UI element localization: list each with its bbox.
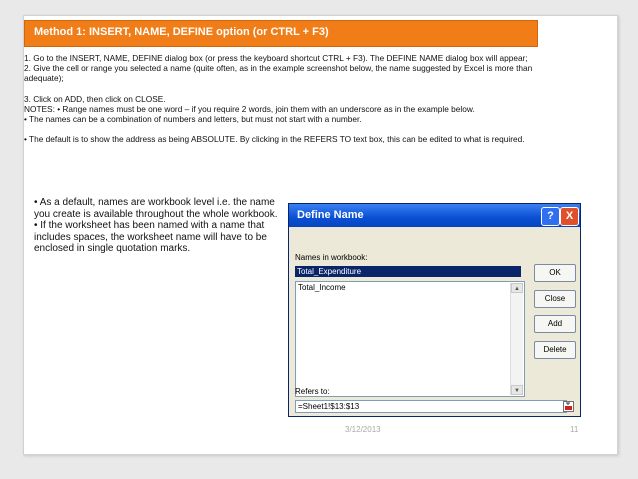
add-button[interactable]: Add <box>534 315 576 333</box>
names-in-workbook-label: Names in workbook: <box>295 253 368 262</box>
close-window-button[interactable]: X <box>560 207 579 226</box>
step-2: 2. Give the cell or range you selected a… <box>24 63 533 84</box>
step-3: 3. Click on ADD, then click on CLOSE. <box>24 93 166 104</box>
delete-button[interactable]: Delete <box>534 341 576 359</box>
ok-button[interactable]: OK <box>534 264 576 282</box>
slide-number: 11 <box>570 425 579 434</box>
bullet-notes: • As a default, names are workbook level… <box>34 197 284 255</box>
title-banner: Method 1: INSERT, NAME, DEFINE option (o… <box>24 20 538 47</box>
collapse-dialog-icon[interactable] <box>563 401 574 412</box>
notes-1: NOTES: • Range names must be one word – … <box>24 103 475 114</box>
help-button[interactable]: ? <box>541 207 560 226</box>
notes-2: • The names can be a combination of numb… <box>24 114 362 125</box>
dialog-titlebar: Define Name ? X <box>289 204 580 227</box>
list-scrollbar[interactable]: ▲ ▼ <box>510 283 523 395</box>
refers-to-field[interactable]: =Sheet1!$13:$13 <box>295 400 567 413</box>
name-input[interactable]: Total_Expenditure <box>295 266 521 277</box>
notes-3: • The default is to show the address as … <box>24 134 525 145</box>
list-item[interactable]: Total_Income <box>298 283 346 292</box>
scroll-down-icon[interactable]: ▼ <box>511 385 523 395</box>
banner-title: Method 1: INSERT, NAME, DEFINE option (o… <box>34 26 329 38</box>
scroll-up-icon[interactable]: ▲ <box>511 283 523 293</box>
instructions: 1. Go to the INSERT, NAME, DEFINE dialog… <box>24 53 544 144</box>
step-1: 1. Go to the INSERT, NAME, DEFINE dialog… <box>24 53 528 63</box>
names-list[interactable]: Total_Income ▲ ▼ <box>295 281 525 397</box>
bullet-1: • As a default, names are workbook level… <box>34 197 278 220</box>
slide-date: 3/12/2013 <box>345 425 381 434</box>
close-button[interactable]: Close <box>534 290 576 308</box>
define-name-dialog: Define Name ? X Names in workbook: Total… <box>288 203 581 417</box>
refers-to-label: Refers to: <box>295 387 330 396</box>
bullet-2: • If the worksheet has been named with a… <box>34 220 267 254</box>
dialog-title: Define Name <box>297 209 364 221</box>
